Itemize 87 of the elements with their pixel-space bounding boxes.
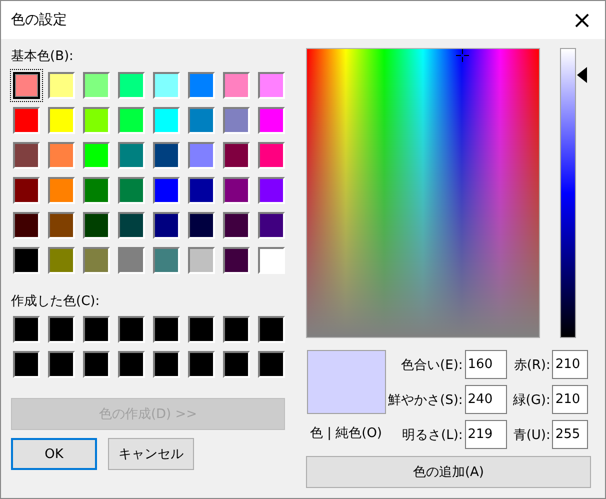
color-swatch[interactable] bbox=[83, 142, 110, 169]
color-swatch[interactable] bbox=[258, 107, 285, 134]
color-swatch[interactable] bbox=[83, 107, 110, 134]
color-swatch[interactable] bbox=[13, 247, 40, 274]
color-swatch[interactable] bbox=[48, 107, 75, 134]
color-swatch[interactable] bbox=[258, 212, 285, 239]
color-swatch[interactable] bbox=[153, 212, 180, 239]
color-swatch[interactable] bbox=[48, 177, 75, 204]
color-swatch[interactable] bbox=[258, 142, 285, 169]
field-label: 赤(R): bbox=[512, 356, 552, 374]
color-swatch[interactable] bbox=[13, 212, 40, 239]
color-swatch[interactable] bbox=[83, 316, 110, 343]
color-swatch[interactable] bbox=[13, 177, 40, 204]
color-swatch[interactable] bbox=[118, 72, 145, 99]
color-swatch[interactable] bbox=[153, 247, 180, 274]
custom-colors-label: 作成した色(C): bbox=[11, 293, 100, 311]
color-swatch[interactable] bbox=[188, 316, 215, 343]
color-swatch[interactable] bbox=[188, 351, 215, 378]
color-swatch[interactable] bbox=[188, 72, 215, 99]
color-swatch[interactable] bbox=[258, 351, 285, 378]
color-swatch[interactable] bbox=[83, 247, 110, 274]
color-swatch[interactable] bbox=[223, 316, 250, 343]
color-swatch[interactable] bbox=[188, 212, 215, 239]
color-swatch[interactable] bbox=[153, 72, 180, 99]
field-label: 色合い(E): bbox=[400, 356, 464, 374]
input-field[interactable]: 255 bbox=[552, 420, 588, 449]
color-swatch[interactable] bbox=[223, 212, 250, 239]
ok-button[interactable]: OK bbox=[11, 438, 97, 470]
color-swatch[interactable] bbox=[118, 247, 145, 274]
color-swatch[interactable] bbox=[13, 72, 40, 99]
color-swatch[interactable] bbox=[118, 351, 145, 378]
color-swatch[interactable] bbox=[13, 107, 40, 134]
color-swatch[interactable] bbox=[13, 351, 40, 378]
color-swatch[interactable] bbox=[153, 351, 180, 378]
basic-colors-label: 基本色(B): bbox=[11, 48, 74, 66]
color-swatch[interactable] bbox=[258, 247, 285, 274]
color-swatch[interactable] bbox=[48, 72, 75, 99]
color-swatch[interactable] bbox=[223, 177, 250, 204]
color-swatch[interactable] bbox=[188, 177, 215, 204]
field-label: 鮮やかさ(S): bbox=[388, 392, 464, 408]
color-swatch[interactable] bbox=[223, 247, 250, 274]
color-swatch[interactable] bbox=[83, 72, 110, 99]
input-field[interactable]: 210 bbox=[552, 350, 588, 379]
input-field[interactable]: 210 bbox=[552, 385, 588, 414]
color-swatch[interactable] bbox=[188, 247, 215, 274]
color-swatch[interactable] bbox=[118, 177, 145, 204]
crosshair-icon[interactable] bbox=[456, 49, 469, 62]
field-label: 明るさ(L): bbox=[401, 426, 464, 444]
color-swatch[interactable] bbox=[223, 107, 250, 134]
close-button[interactable]: × bbox=[559, 1, 605, 39]
color-swatch[interactable] bbox=[153, 142, 180, 169]
color-swatch[interactable] bbox=[13, 142, 40, 169]
color-swatch[interactable] bbox=[118, 107, 145, 134]
color-swatch[interactable] bbox=[258, 177, 285, 204]
color-swatch[interactable] bbox=[118, 316, 145, 343]
input-field[interactable]: 219 bbox=[464, 420, 507, 449]
color-swatch[interactable] bbox=[48, 351, 75, 378]
input-field[interactable]: 240 bbox=[464, 385, 507, 414]
color-swatch[interactable] bbox=[223, 142, 250, 169]
field-label: 緑(G): bbox=[512, 392, 552, 408]
color-swatch[interactable] bbox=[153, 107, 180, 134]
color-swatch[interactable] bbox=[223, 72, 250, 99]
color-swatch[interactable] bbox=[188, 142, 215, 169]
slider-arrow-icon[interactable] bbox=[577, 66, 587, 83]
color-swatch[interactable] bbox=[258, 316, 285, 343]
color-swatch[interactable] bbox=[153, 177, 180, 204]
color-swatch[interactable] bbox=[13, 316, 40, 343]
color-swatch[interactable] bbox=[48, 316, 75, 343]
color-swatch[interactable] bbox=[118, 142, 145, 169]
cancel-button[interactable]: キャンセル bbox=[108, 438, 194, 470]
color-swatch[interactable] bbox=[188, 107, 215, 134]
color-swatch[interactable] bbox=[83, 212, 110, 239]
field-label: 青(U): bbox=[512, 426, 552, 444]
color-swatch[interactable] bbox=[48, 212, 75, 239]
color-swatch[interactable] bbox=[48, 247, 75, 274]
color-swatch[interactable] bbox=[83, 177, 110, 204]
color-swatch[interactable] bbox=[258, 72, 285, 99]
add-color-button[interactable]: 色の追加(A) bbox=[306, 456, 591, 488]
color-solid-label: 色 | 純色(O) bbox=[310, 425, 382, 442]
color-swatch[interactable] bbox=[223, 351, 250, 378]
color-swatch[interactable] bbox=[118, 212, 145, 239]
color-spectrum[interactable] bbox=[306, 48, 540, 338]
window-title: 色の設定 bbox=[11, 11, 67, 29]
input-field[interactable]: 160 bbox=[464, 350, 507, 379]
color-swatch[interactable] bbox=[48, 142, 75, 169]
color-swatch[interactable] bbox=[83, 351, 110, 378]
color-swatch[interactable] bbox=[153, 316, 180, 343]
